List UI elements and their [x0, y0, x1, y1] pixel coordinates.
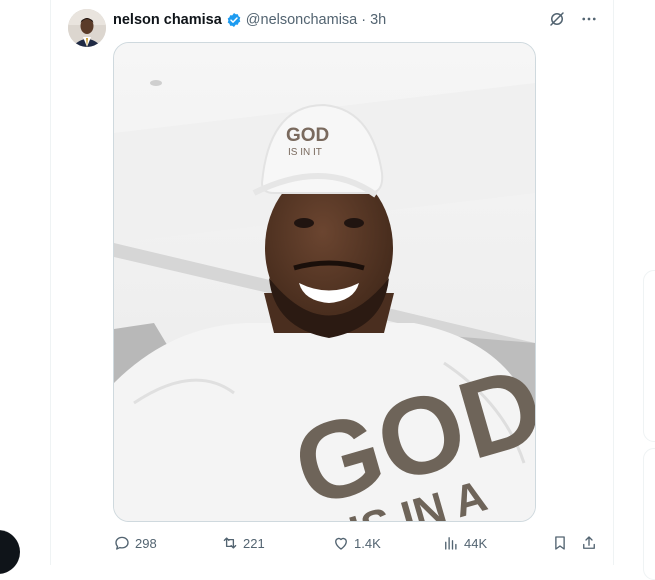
- repost-button[interactable]: 221: [221, 532, 265, 554]
- separator-dot: ·: [361, 12, 367, 28]
- share-icon: [583, 536, 595, 549]
- display-name[interactable]: nelson chamisa: [113, 12, 222, 28]
- tweet-media-photo[interactable]: GOD IS IN IT GOD IS IN A: [113, 42, 536, 522]
- views-count: 44K: [464, 535, 488, 551]
- sidebar-card-edge: [643, 270, 655, 442]
- bookmark-button[interactable]: [551, 532, 569, 554]
- tweet-header: nelson chamisa @nelsonchamisa · 3h: [113, 10, 386, 30]
- bookmark-icon: [555, 536, 565, 550]
- views-icon: [445, 537, 457, 550]
- grok-icon[interactable]: [547, 9, 567, 29]
- handle[interactable]: @nelsonchamisa: [246, 12, 357, 28]
- tweet-header-actions: [547, 9, 599, 29]
- sidebar-card-edge: [643, 448, 655, 580]
- repost-count: 221: [243, 535, 265, 551]
- reply-count: 298: [135, 535, 157, 551]
- timeline-column: nelson chamisa @nelsonchamisa · 3h GOD I…: [50, 0, 614, 565]
- avatar[interactable]: [68, 9, 106, 47]
- like-button[interactable]: 1.4K: [332, 532, 381, 554]
- cap-text-line2: IS IN IT: [288, 147, 322, 158]
- repost-icon: [223, 537, 237, 549]
- floating-action-button[interactable]: [0, 530, 20, 574]
- tweet-actions-bar: 298 221 1.4K 44K: [113, 532, 603, 554]
- tweet[interactable]: nelson chamisa @nelsonchamisa · 3h GOD I…: [51, 0, 613, 565]
- timestamp[interactable]: 3h: [370, 12, 386, 28]
- cap-text-line1: GOD: [286, 125, 329, 146]
- like-icon: [335, 537, 347, 550]
- reply-button[interactable]: 298: [113, 532, 157, 554]
- verified-badge-icon: [226, 12, 242, 28]
- reply-icon: [115, 536, 129, 550]
- share-button[interactable]: [580, 532, 598, 554]
- views-button[interactable]: 44K: [442, 532, 487, 554]
- more-icon[interactable]: [579, 9, 599, 29]
- like-count: 1.4K: [354, 535, 381, 551]
